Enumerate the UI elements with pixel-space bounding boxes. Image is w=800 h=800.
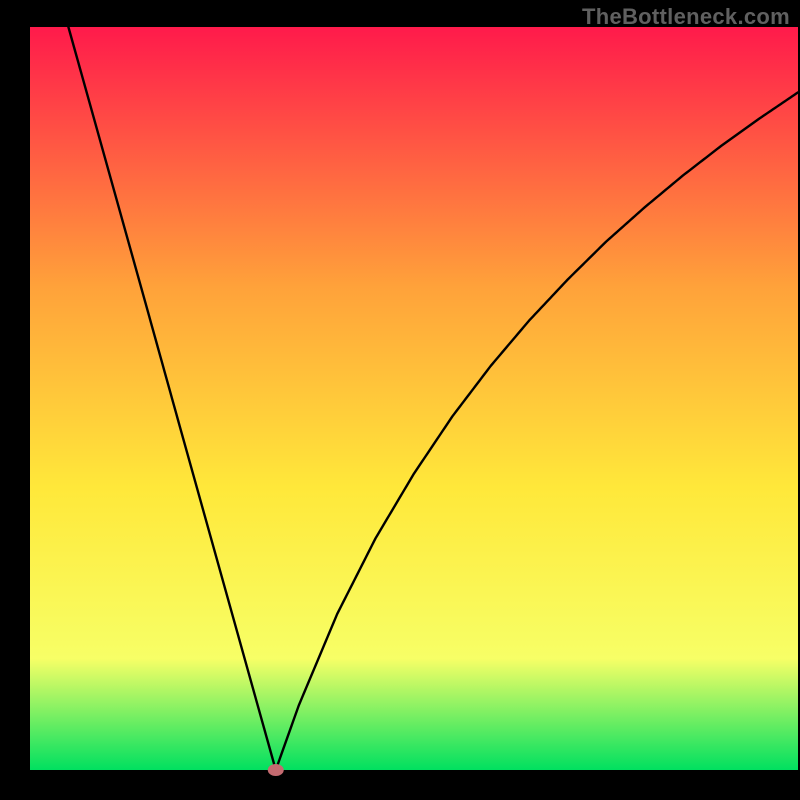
bottleneck-curve-chart [0, 0, 800, 800]
plot-background [30, 27, 798, 770]
watermark-text: TheBottleneck.com [582, 4, 790, 30]
minimum-marker [268, 764, 284, 776]
chart-frame: TheBottleneck.com [0, 0, 800, 800]
